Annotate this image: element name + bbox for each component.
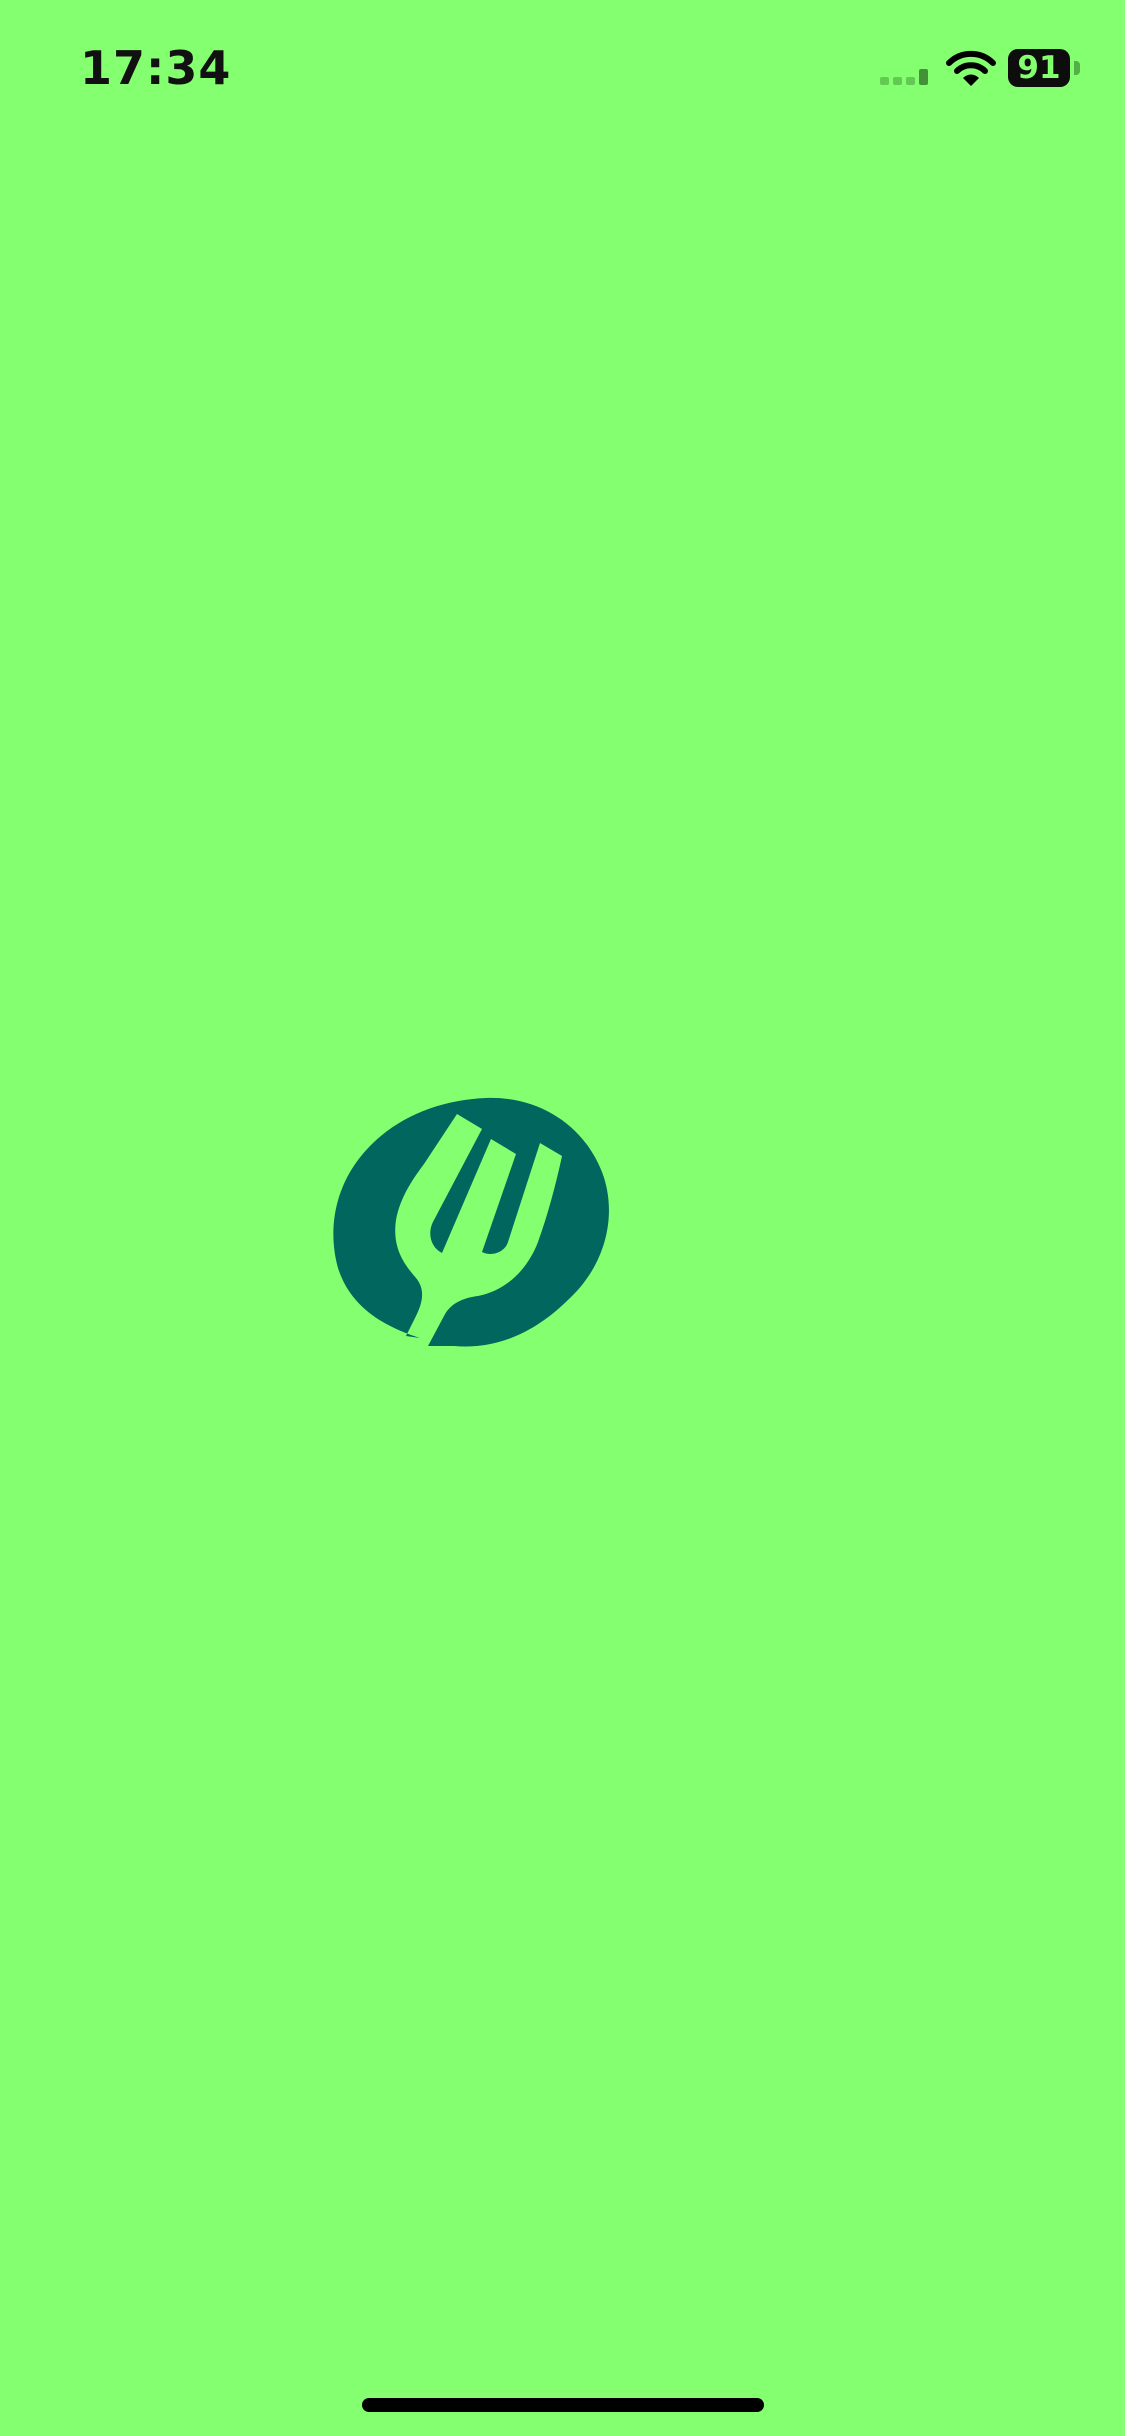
cellular-signal-icon xyxy=(880,69,928,85)
status-bar: 17:34 91 xyxy=(0,0,1125,140)
fork-logo-icon xyxy=(333,1097,609,1347)
battery-cap xyxy=(1074,61,1080,75)
home-indicator[interactable] xyxy=(362,2398,764,2412)
battery-indicator: 91 xyxy=(1008,49,1084,89)
wifi-icon xyxy=(946,50,996,86)
battery-level: 91 xyxy=(1008,49,1070,87)
status-time: 17:34 xyxy=(80,41,232,95)
